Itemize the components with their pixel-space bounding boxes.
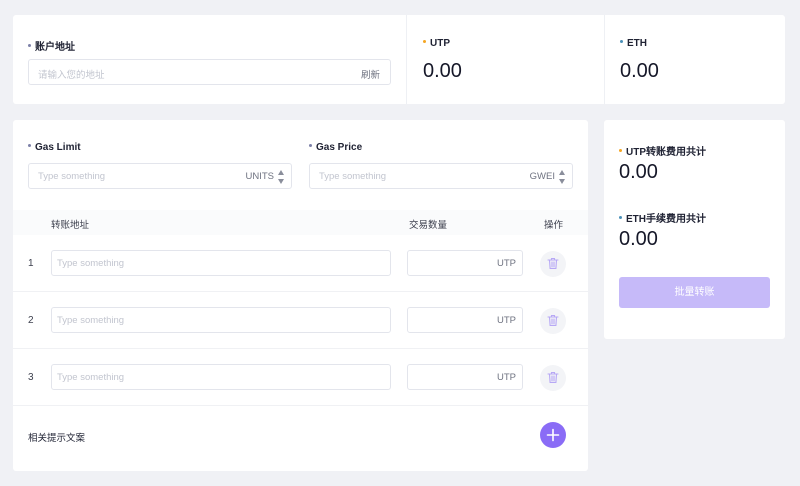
delete-row-button[interactable] bbox=[540, 365, 566, 391]
hint-text: 相关提示文案 bbox=[28, 433, 86, 444]
gas-price-placeholder: Type something bbox=[319, 171, 387, 182]
recipient-address-placeholder: Type something bbox=[57, 372, 125, 383]
column-header-address: 转账地址 bbox=[51, 220, 90, 231]
table-header: 转账地址 交易数量 操作 bbox=[13, 210, 588, 235]
row-index: 2 bbox=[28, 315, 34, 326]
recipient-address-placeholder: Type something bbox=[57, 315, 125, 326]
column-header-action: 操作 bbox=[544, 220, 564, 231]
transfer-form-card: Gas Limit Type something UNITS Gas Price… bbox=[13, 120, 588, 471]
delete-row-button[interactable] bbox=[540, 251, 566, 277]
delete-row-button[interactable] bbox=[540, 308, 566, 334]
trash-icon bbox=[547, 314, 559, 327]
account-address-input[interactable]: 请输入您的地址 刷新 bbox=[28, 59, 391, 85]
table-row: 3 Type something UTP bbox=[13, 349, 588, 406]
add-row-button[interactable] bbox=[540, 422, 566, 448]
bullet-dot bbox=[28, 43, 31, 47]
amount-unit: UTP bbox=[497, 315, 516, 326]
bullet-dot bbox=[28, 143, 31, 147]
bullet-dot bbox=[620, 39, 623, 43]
stepper-up-icon[interactable] bbox=[278, 170, 284, 175]
gas-limit-stepper[interactable] bbox=[278, 170, 285, 184]
gas-limit-unit: UNITS bbox=[245, 171, 275, 182]
eth-fee-value: 0.00 bbox=[619, 228, 658, 250]
table-row: 1 Type something UTP bbox=[13, 235, 588, 292]
refresh-button[interactable]: 刷新 bbox=[361, 67, 380, 81]
column-header-amount: 交易数量 bbox=[409, 220, 448, 231]
trash-icon bbox=[547, 257, 559, 270]
utp-fee-label: UTP转账费用共计 bbox=[619, 143, 706, 158]
bullet-dot bbox=[309, 143, 312, 147]
gas-limit-placeholder: Type something bbox=[38, 171, 106, 182]
eth-balance-value: 0.00 bbox=[620, 60, 659, 82]
account-section: 账户地址 请输入您的地址 刷新 bbox=[13, 15, 406, 104]
amount-unit: UTP bbox=[497, 372, 516, 383]
gas-limit-input[interactable]: Type something UNITS bbox=[28, 163, 292, 189]
table-row: 2 Type something UTP bbox=[13, 292, 588, 349]
eth-balance-label: ETH bbox=[620, 38, 647, 49]
eth-balance-section: ETH 0.00 bbox=[604, 15, 785, 104]
utp-balance-value: 0.00 bbox=[423, 60, 462, 82]
stepper-up-icon[interactable] bbox=[559, 170, 565, 175]
bullet-dot bbox=[619, 148, 622, 152]
bullet-dot bbox=[423, 39, 426, 43]
row-index: 1 bbox=[28, 258, 34, 269]
gas-price-unit: GWEI bbox=[529, 171, 555, 182]
amount-input[interactable]: UTP bbox=[407, 307, 523, 333]
amount-input[interactable]: UTP bbox=[407, 250, 523, 276]
gas-limit-label: Gas Limit bbox=[28, 142, 81, 153]
recipient-address-input[interactable]: Type something bbox=[51, 250, 391, 276]
account-balance-card: 账户地址 请输入您的地址 刷新 UTP 0.00 ETH 0.00 bbox=[13, 15, 785, 104]
bullet-dot bbox=[619, 215, 622, 219]
fee-summary-card: UTP转账费用共计 0.00 ETH手续费用共计 0.00 批量转账 bbox=[604, 120, 785, 339]
gas-price-stepper[interactable] bbox=[559, 170, 566, 184]
gas-price-input[interactable]: Type something GWEI bbox=[309, 163, 573, 189]
gas-price-label: Gas Price bbox=[309, 142, 362, 153]
batch-transfer-button[interactable]: 批量转账 bbox=[619, 277, 770, 308]
account-address-placeholder: 请输入您的地址 bbox=[38, 70, 105, 81]
recipient-address-input[interactable]: Type something bbox=[51, 307, 391, 333]
account-label: 账户地址 bbox=[28, 38, 75, 53]
amount-unit: UTP bbox=[497, 258, 516, 269]
utp-balance-section: UTP 0.00 bbox=[406, 15, 604, 104]
stepper-down-icon[interactable] bbox=[278, 179, 284, 184]
stepper-down-icon[interactable] bbox=[559, 179, 565, 184]
utp-balance-label: UTP bbox=[423, 38, 450, 49]
trash-icon bbox=[547, 371, 559, 384]
row-index: 3 bbox=[28, 372, 34, 383]
utp-fee-value: 0.00 bbox=[619, 161, 658, 183]
amount-input[interactable]: UTP bbox=[407, 364, 523, 390]
recipient-address-placeholder: Type something bbox=[57, 258, 125, 269]
plus-icon bbox=[546, 428, 560, 442]
recipient-address-input[interactable]: Type something bbox=[51, 364, 391, 390]
eth-fee-label: ETH手续费用共计 bbox=[619, 210, 706, 225]
